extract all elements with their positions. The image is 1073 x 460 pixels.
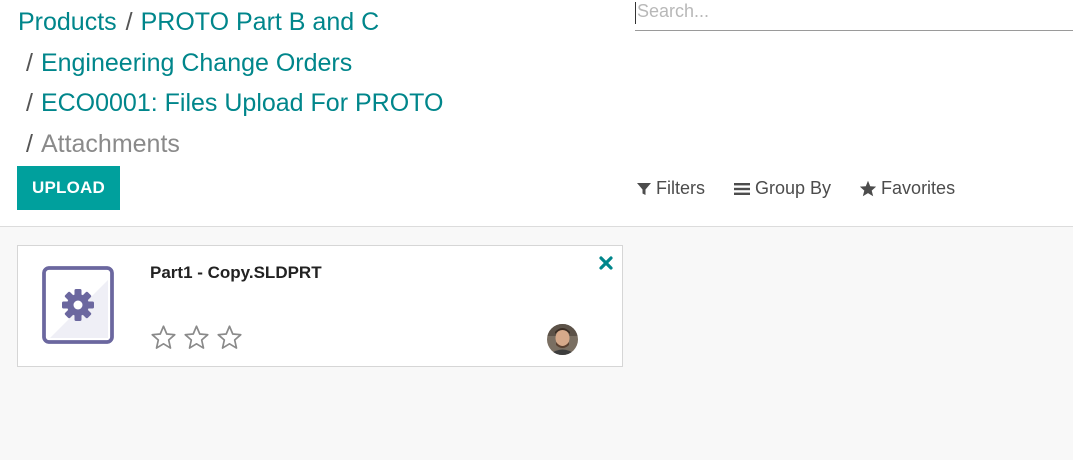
group-by-button[interactable]: Group By — [733, 178, 831, 199]
breadcrumb-line: Products / PROTO Part B and C — [18, 2, 443, 43]
upload-button[interactable]: UPLOAD — [17, 166, 120, 210]
breadcrumb-line: / Attachments — [18, 124, 443, 165]
breadcrumb-separator: / — [26, 48, 33, 77]
search-input[interactable] — [635, 0, 1057, 22]
star-icon[interactable] — [216, 324, 243, 351]
favorites-button[interactable]: Favorites — [859, 178, 955, 199]
group-by-label: Group By — [755, 178, 832, 198]
breadcrumb-item-product[interactable]: PROTO Part B and C — [141, 8, 380, 36]
star-icon — [859, 180, 877, 197]
breadcrumb-item-eco-record[interactable]: ECO0001: Files Upload For PROTO — [41, 89, 443, 117]
attachment-card[interactable]: Part1 - Copy.SLDPRT — [17, 245, 623, 367]
list-icon — [734, 182, 750, 195]
star-icon[interactable] — [183, 324, 210, 351]
text-cursor — [635, 2, 636, 24]
gear-icon — [42, 266, 114, 344]
breadcrumb-separator: / — [26, 129, 33, 158]
close-icon[interactable] — [598, 255, 614, 271]
breadcrumb: Products / PROTO Part B and C / Engineering… — [18, 2, 443, 164]
avatar[interactable] — [547, 324, 578, 355]
control-panel: Products / PROTO Part B and C / Engineering… — [0, 0, 1073, 227]
breadcrumb-line: / ECO0001: Files Upload For PROTO — [18, 83, 443, 124]
breadcrumb-item-products[interactable]: Products — [18, 8, 117, 36]
breadcrumb-line: / Engineering Change Orders — [18, 43, 443, 84]
breadcrumb-separator: / — [125, 8, 133, 36]
filter-icon — [637, 182, 651, 195]
breadcrumb-item-eco-list[interactable]: Engineering Change Orders — [41, 49, 352, 77]
breadcrumb-separator: / — [26, 89, 33, 117]
favorites-label: Favorites — [881, 178, 956, 198]
user-avatar-image — [547, 324, 578, 355]
search-options: Filters Group By Favorites — [636, 178, 983, 199]
filters-label: Filters — [656, 178, 705, 198]
breadcrumb-item-current: Attachments — [40, 129, 180, 158]
star-icon[interactable] — [150, 324, 177, 351]
priority-stars — [150, 324, 243, 351]
filters-button[interactable]: Filters — [636, 178, 705, 199]
search-box — [635, 0, 1073, 31]
attachment-name[interactable]: Part1 - Copy.SLDPRT — [150, 263, 322, 283]
